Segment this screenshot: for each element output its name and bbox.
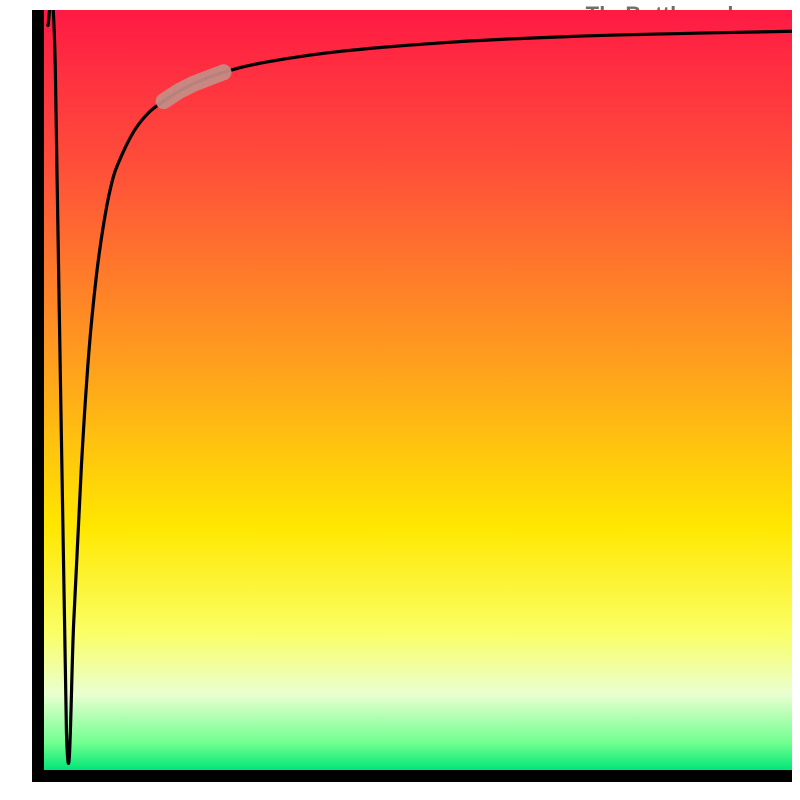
curve-layer bbox=[44, 10, 792, 770]
y-axis bbox=[32, 10, 44, 780]
plot-area bbox=[44, 10, 792, 770]
x-axis bbox=[32, 770, 792, 782]
bottleneck-curve bbox=[48, 10, 792, 763]
highlight-segment bbox=[164, 72, 224, 101]
chart-container: TheBottleneck.com bbox=[0, 0, 800, 800]
